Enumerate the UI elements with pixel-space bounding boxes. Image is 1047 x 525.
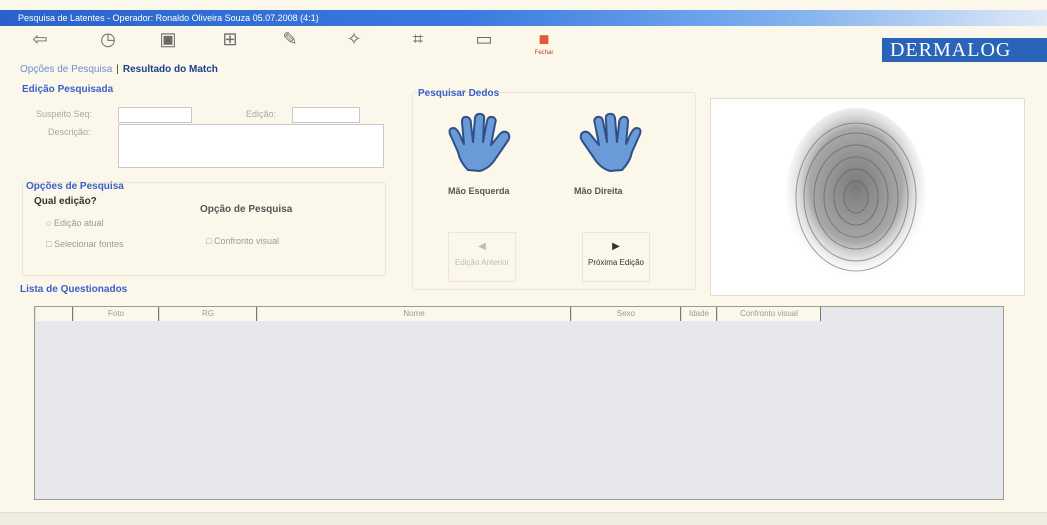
pen-button[interactable]: ✎ — [272, 28, 308, 56]
tools-button[interactable]: ✧ — [336, 28, 372, 56]
column-header-foto[interactable]: Foto — [73, 307, 159, 321]
next-edition-label: Próxima Edição — [587, 258, 645, 267]
fingerprint-preview — [710, 98, 1025, 296]
suspect-label: Suspeito Seq: — [36, 109, 93, 119]
search-option-label: Opção de Pesquisa — [200, 204, 293, 215]
edition-label: Edição: — [246, 109, 277, 119]
breadcrumb: Opções de Pesquisa | Resultado do Match — [20, 64, 218, 75]
dedos-group-title: Pesquisar Dedos — [418, 88, 500, 99]
edition-field[interactable] — [292, 107, 360, 123]
back-arrow-icon: ⇦ — [32, 29, 48, 49]
tab-separator: | — [116, 64, 119, 75]
description-label: Descrição: — [48, 127, 91, 137]
description-field[interactable] — [118, 124, 384, 168]
back-arrow-button[interactable]: ⇦ — [22, 28, 58, 56]
previous-edition-button[interactable]: ◀ Edição Anterior — [448, 232, 516, 282]
window-title-bar: Pesquisa de Latentes - Operador: Ronaldo… — [0, 10, 1047, 26]
status-bar — [0, 512, 1047, 525]
monitor-button[interactable]: ▣ — [150, 28, 186, 56]
column-header-index[interactable] — [35, 307, 73, 321]
close-app-label: Fechar — [534, 50, 554, 56]
monitor-icon: ▣ — [159, 29, 177, 49]
brush-icon: ⌗ — [412, 29, 424, 49]
network-icon: ⊞ — [222, 29, 238, 49]
search-option-checkbox[interactable]: □ Confronto visual — [206, 236, 279, 246]
table-header: Foto RG Nome Sexo Idade Confronto visual — [35, 307, 1003, 321]
radio-edicao-atual[interactable]: ○ Edição atual — [46, 218, 103, 228]
questionados-table[interactable]: Foto RG Nome Sexo Idade Confronto visual — [34, 306, 1004, 500]
lista-group-title: Lista de Questionados — [20, 284, 128, 295]
previous-edition-label: Edição Anterior — [454, 258, 510, 267]
radio-selecionar-fontes-label: Selecionar fontes — [53, 239, 124, 249]
network-button[interactable]: ⊞ — [212, 28, 248, 56]
close-app-icon: ■ — [538, 29, 550, 49]
arrow-left-icon: ◀ — [478, 241, 486, 252]
pen-icon: ✎ — [282, 29, 298, 49]
column-header-sexo[interactable]: Sexo — [571, 307, 681, 321]
brush-button[interactable]: ⌗ — [400, 28, 436, 56]
radio-selecionar-fontes[interactable]: □ Selecionar fontes — [46, 239, 123, 249]
tools-icon: ✧ — [346, 29, 362, 49]
window-icon: ▭ — [475, 29, 493, 49]
tab-opcoes-pesquisa[interactable]: Opções de Pesquisa — [20, 64, 112, 75]
history-icon: ◷ — [100, 29, 116, 49]
window-title: Pesquisa de Latentes - Operador: Ronaldo… — [18, 13, 319, 23]
left-hand-icon[interactable] — [446, 112, 522, 174]
window-button[interactable]: ▭ — [466, 28, 502, 56]
close-app-button[interactable]: ■ Fechar — [526, 28, 562, 56]
radio-edicao-atual-label: Edição atual — [53, 218, 104, 228]
brand-logo: DERMALOG — [882, 38, 1047, 62]
next-edition-button[interactable]: ▶ Próxima Edição — [582, 232, 650, 282]
search-option-value: Confronto visual — [213, 236, 279, 246]
column-header-rg[interactable]: RG — [159, 307, 257, 321]
fingerprint-image — [786, 108, 926, 280]
column-header-idade[interactable]: Idade — [681, 307, 717, 321]
opcoes-group-title: Opções de Pesquisa — [26, 181, 124, 192]
tab-resultado-match[interactable]: Resultado do Match — [123, 64, 218, 75]
suspect-field[interactable] — [118, 107, 192, 123]
which-edition-label: Qual edição? — [34, 196, 97, 207]
column-header-confronto[interactable]: Confronto visual — [717, 307, 821, 321]
edicao-group-title: Edição Pesquisada — [22, 84, 114, 95]
column-header-nome[interactable]: Nome — [257, 307, 571, 321]
arrow-right-icon: ▶ — [612, 241, 620, 252]
history-button[interactable]: ◷ — [90, 28, 126, 56]
right-hand-label: Mão Direita — [574, 186, 623, 196]
left-hand-label: Mão Esquerda — [448, 186, 510, 196]
right-hand-icon[interactable] — [568, 112, 644, 174]
